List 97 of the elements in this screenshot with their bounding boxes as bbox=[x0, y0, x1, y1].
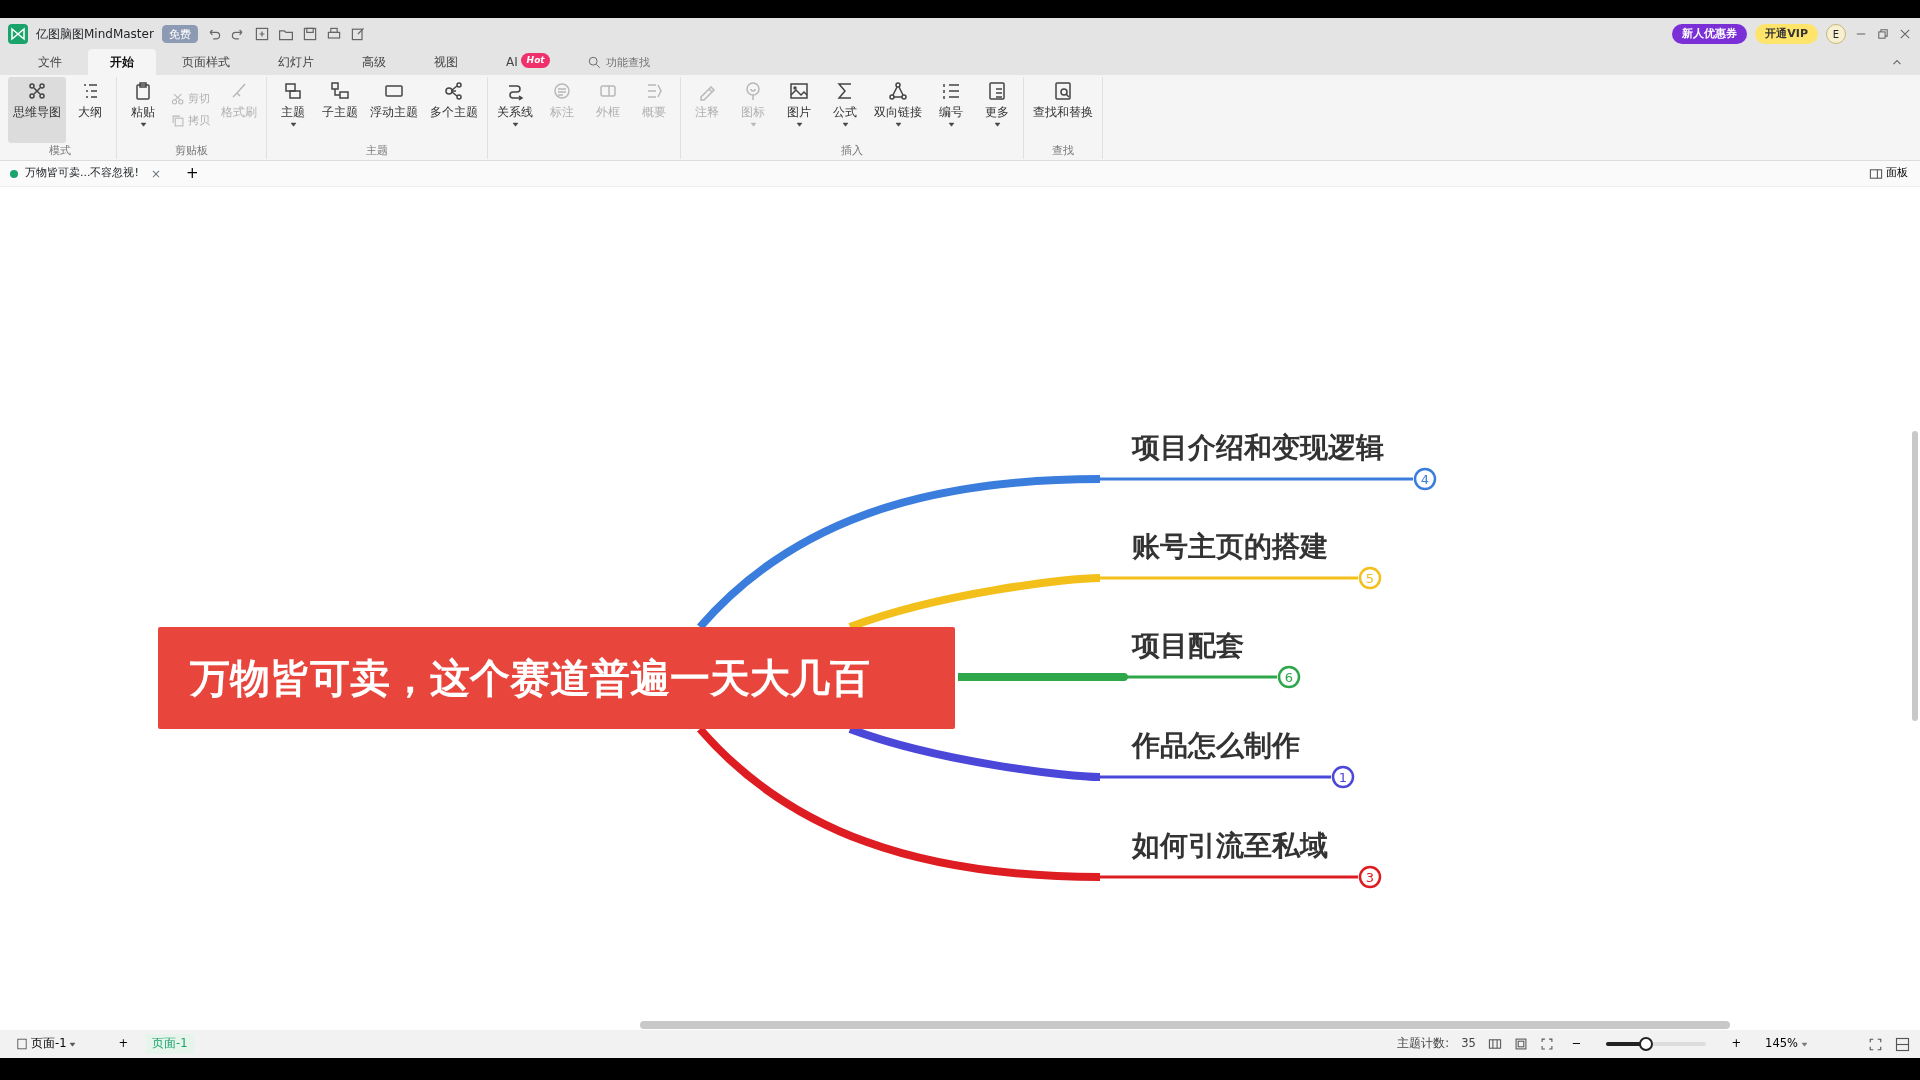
caret-icon bbox=[139, 121, 147, 129]
group-label: 插入 bbox=[840, 143, 864, 159]
image-icon bbox=[789, 81, 809, 101]
topic-icon bbox=[283, 81, 303, 101]
subtopic-icon bbox=[330, 81, 350, 101]
caret-icon bbox=[947, 121, 955, 129]
avatar[interactable]: E bbox=[1826, 24, 1846, 44]
ribbon-button[interactable]: 查找和替换 bbox=[1028, 77, 1098, 144]
group-label: 主题 bbox=[365, 143, 389, 159]
group-label: 模式 bbox=[48, 143, 72, 159]
ribbon-button[interactable]: 多个主题 bbox=[425, 77, 483, 144]
collapse-count[interactable]: 1 bbox=[1331, 765, 1355, 789]
menu-tab[interactable]: 视图 bbox=[412, 49, 480, 75]
topic-count: 35 bbox=[1461, 1035, 1476, 1053]
vertical-scrollbar[interactable] bbox=[1912, 431, 1918, 721]
topic-label[interactable]: 项目配套 bbox=[1132, 629, 1244, 662]
group-label: 查找 bbox=[1051, 143, 1075, 159]
topic-label[interactable]: 作品怎么制作 bbox=[1132, 729, 1300, 762]
collapse-count[interactable]: 4 bbox=[1413, 467, 1437, 491]
menu-tab[interactable]: 幻灯片 bbox=[256, 49, 336, 75]
fullscreen-icon[interactable] bbox=[1868, 1036, 1883, 1052]
menu-tab[interactable]: AI Hot bbox=[484, 49, 573, 75]
fit-screen-icon[interactable] bbox=[1539, 1037, 1554, 1051]
ribbon-button[interactable]: 双向链接 bbox=[869, 77, 927, 144]
panel-icon bbox=[1869, 166, 1883, 181]
restore-icon[interactable] bbox=[1876, 27, 1890, 41]
branches-icon bbox=[444, 81, 464, 101]
panel-button[interactable]: 面板 bbox=[1863, 164, 1914, 183]
page-icon bbox=[16, 1038, 28, 1050]
find-icon bbox=[1053, 81, 1073, 101]
clipboard-icon bbox=[133, 81, 153, 101]
horizontal-scrollbar[interactable] bbox=[640, 1021, 1730, 1029]
app-title: 亿图脑图MindMaster bbox=[36, 26, 154, 43]
layout-icon[interactable] bbox=[1895, 1036, 1910, 1052]
caret-icon bbox=[993, 121, 1001, 129]
print-icon[interactable] bbox=[326, 26, 343, 42]
menu-tab[interactable]: 文件 bbox=[16, 49, 84, 75]
document-icon bbox=[9, 168, 19, 179]
ribbon-button[interactable]: 浮动主题 bbox=[365, 77, 423, 144]
vip-button[interactable]: 开通VIP bbox=[1755, 23, 1818, 45]
more-icon bbox=[987, 81, 1007, 101]
logo-icon bbox=[8, 24, 28, 44]
ribbon-button[interactable]: 大纲 bbox=[68, 77, 112, 144]
document-tab[interactable]: 万物皆可卖...不容忽视! × bbox=[6, 163, 170, 184]
collapse-count[interactable]: 3 bbox=[1358, 865, 1382, 889]
search-icon bbox=[588, 56, 602, 70]
slider-thumb[interactable] bbox=[1639, 1037, 1654, 1051]
menu-tab[interactable]: 页面样式 bbox=[160, 49, 252, 75]
new-file-icon[interactable] bbox=[254, 26, 271, 42]
add-page-button[interactable]: + bbox=[112, 1034, 135, 1054]
menu-tab[interactable]: 高级 bbox=[340, 49, 408, 75]
tab-close-button[interactable]: × bbox=[144, 163, 167, 184]
ribbon-button[interactable]: 思维导图 bbox=[8, 77, 66, 144]
save-icon[interactable] bbox=[302, 26, 319, 42]
ribbon-button[interactable]: 公式 bbox=[823, 77, 867, 144]
copy-icon bbox=[171, 114, 185, 129]
ribbon-button[interactable]: 图片 bbox=[777, 77, 821, 144]
topic-count-label: 主题计数: bbox=[1397, 1035, 1450, 1053]
topic-label[interactable]: 项目介绍和变现逻辑 bbox=[1132, 431, 1384, 464]
caret-icon bbox=[749, 121, 757, 129]
ribbon-button[interactable]: 编号 bbox=[929, 77, 973, 144]
central-topic[interactable]: 万物皆可卖，这个赛道普遍一天大几百 bbox=[158, 627, 955, 729]
ribbon-button[interactable]: 子主题 bbox=[317, 77, 363, 144]
plan-badge: 免费 bbox=[161, 24, 199, 44]
zoom-in-button[interactable]: + bbox=[1725, 1034, 1748, 1054]
hot-badge: Hot bbox=[520, 53, 551, 69]
ribbon-button[interactable]: 关系线 bbox=[492, 77, 538, 144]
page-menu[interactable]: 页面-1 bbox=[10, 1034, 83, 1054]
callout-icon bbox=[552, 81, 572, 101]
fit-page-icon[interactable] bbox=[1513, 1037, 1528, 1051]
group-label: 剪贴板 bbox=[174, 143, 209, 159]
pin-icon bbox=[743, 81, 763, 101]
caret-icon bbox=[894, 121, 902, 129]
add-tab-button[interactable]: + bbox=[179, 161, 205, 186]
ribbon-button[interactable]: 粘贴 bbox=[121, 77, 165, 144]
topic-label[interactable]: 如何引流至私域 bbox=[1132, 829, 1328, 862]
search-field[interactable]: 功能查找 bbox=[604, 53, 695, 72]
caret-icon bbox=[841, 121, 849, 129]
ribbon-button[interactable]: 更多 bbox=[975, 77, 1019, 144]
caret-icon bbox=[511, 121, 519, 129]
zoom-menu[interactable]: 145% bbox=[1759, 1034, 1814, 1054]
mind-map-icon bbox=[27, 81, 47, 101]
topic-label[interactable]: 账号主页的搭建 bbox=[1132, 530, 1328, 563]
link-nodes-icon bbox=[888, 81, 908, 101]
caret-icon bbox=[1801, 1040, 1808, 1048]
numbered-list-icon bbox=[941, 81, 961, 101]
caret-icon bbox=[69, 1040, 77, 1048]
close-icon[interactable] bbox=[1898, 27, 1912, 41]
book-view-icon[interactable] bbox=[1487, 1037, 1502, 1051]
scissors-icon bbox=[171, 91, 185, 106]
menu-tab[interactable]: 开始 bbox=[88, 49, 156, 75]
export-icon[interactable] bbox=[350, 26, 367, 42]
ribbon-button[interactable]: 主题 bbox=[271, 77, 315, 144]
promo-button[interactable]: 新人优惠券 bbox=[1672, 23, 1748, 45]
zoom-out-button[interactable]: − bbox=[1565, 1034, 1588, 1054]
caret-icon bbox=[795, 121, 803, 129]
caret-icon bbox=[289, 121, 297, 129]
